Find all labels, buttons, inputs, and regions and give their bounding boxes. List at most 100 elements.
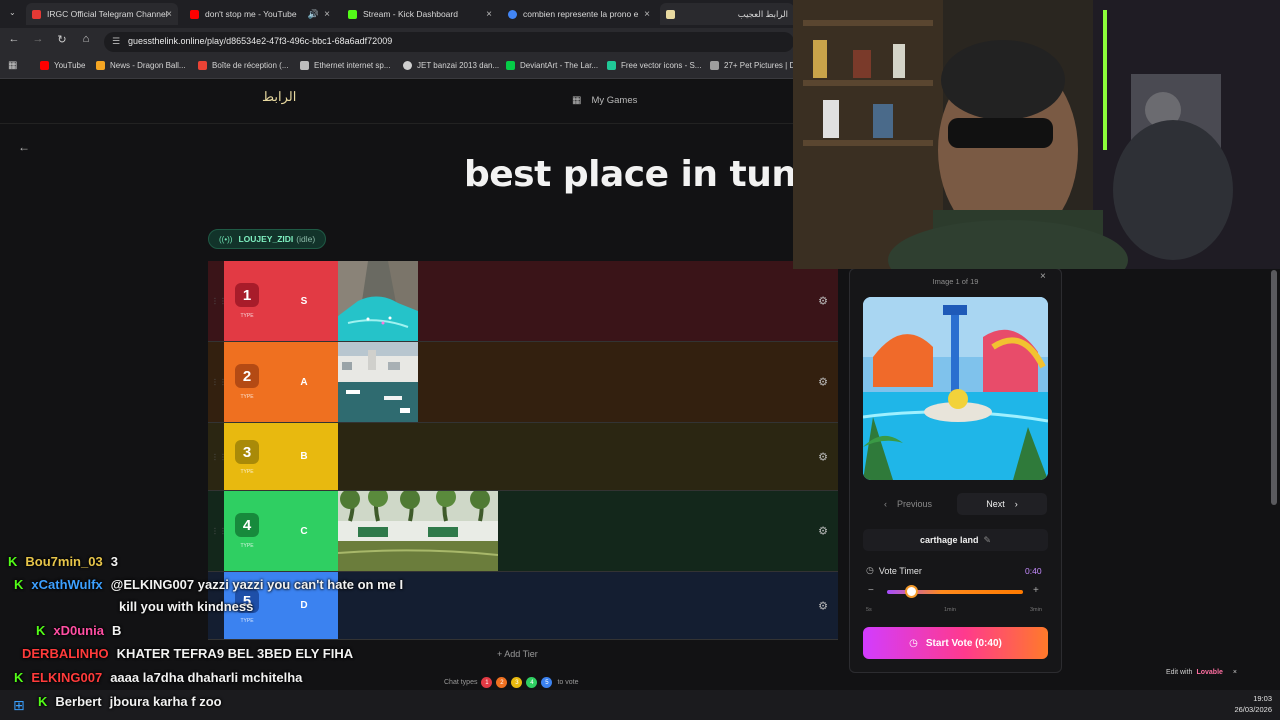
tier-settings-gear-icon[interactable]: ⚙ xyxy=(818,525,828,538)
tab-title: don't stop me - YouTube xyxy=(205,9,297,19)
tier-letter[interactable]: S xyxy=(270,261,338,341)
bookmark-label: DeviantArt - The Lar... xyxy=(520,61,599,70)
apps-grid-icon[interactable]: ▦ xyxy=(8,60,17,71)
chat-types-legend: Chat types 1 2 3 4 5 to vote xyxy=(444,677,578,688)
chat-message: K ELKING007 aaaa la7dha dhaharli mchitelha xyxy=(14,670,302,685)
edit-with-lovable-badge[interactable]: Edit with Lovable × xyxy=(1166,665,1237,679)
youtube-icon xyxy=(40,61,49,70)
chat-username: ELKING007 xyxy=(31,670,103,685)
tier-settings-gear-icon[interactable]: ⚙ xyxy=(818,450,828,463)
lovable-prefix: Edit with xyxy=(1166,668,1193,676)
back-arrow-icon[interactable]: ← xyxy=(18,140,30,154)
vote-timer-label: ◷ Vote Timer xyxy=(866,565,922,576)
chat-message: DERBALINHO KHATER TEFRA9 BEL 3BED ELY FIH… xyxy=(22,646,353,661)
chat-text: @ELKING007 yazzi yazzi you can't hate on… xyxy=(110,577,404,592)
tier-letter[interactable]: A xyxy=(270,342,338,422)
tier-image-rocky-cove[interactable] xyxy=(338,261,418,341)
increase-timer-icon[interactable]: + xyxy=(1033,585,1039,596)
tab-close-icon[interactable]: × xyxy=(486,9,492,20)
tab-close-icon[interactable]: × xyxy=(166,9,172,20)
bookmark-item[interactable]: JET banzai 2013 dan... xyxy=(403,61,499,70)
document-icon xyxy=(300,61,309,70)
site-header xyxy=(0,80,795,124)
add-tier-button[interactable]: + Add Tier xyxy=(497,649,538,659)
home-icon[interactable]: ⌂ xyxy=(78,33,94,45)
audio-playing-icon[interactable]: 🔊 xyxy=(308,9,319,20)
tab-title: Stream - Kick Dashboard xyxy=(363,9,458,19)
tier-letter[interactable]: C xyxy=(270,491,338,571)
chat-type-badge: 5 xyxy=(541,677,553,688)
user-name: LOUJEY_ZIDI xyxy=(238,234,294,244)
tier-type-label: TYPE xyxy=(240,394,254,400)
bookmark-item[interactable]: YouTube xyxy=(40,61,85,70)
browser-tab[interactable]: IRGC Official Telegram Channel × xyxy=(26,3,178,25)
slider-handle[interactable] xyxy=(904,585,918,598)
chat-message: KxD0unia B xyxy=(36,623,121,638)
my-games-link[interactable]: ▦ My Games xyxy=(572,95,637,106)
image-name-field[interactable]: carthage land ✎ xyxy=(863,529,1048,551)
reload-icon[interactable]: ↻ xyxy=(54,33,70,46)
tab-title: combien represente la prono e xyxy=(523,9,639,19)
clock-time: 19:03 xyxy=(1253,694,1272,703)
decrease-timer-icon[interactable]: − xyxy=(868,585,874,596)
grid-icon: ▦ xyxy=(572,95,582,106)
bookmark-label: Free vector icons - S... xyxy=(621,61,702,70)
chat-types-suffix: to vote xyxy=(557,679,579,686)
tab-close-icon[interactable]: × xyxy=(644,9,650,20)
tier-letter[interactable]: B xyxy=(270,423,338,490)
previous-button[interactable]: ‹ Previous xyxy=(863,493,953,515)
tab-favicon-icon xyxy=(32,9,41,19)
site-favicon-icon xyxy=(666,9,675,19)
url-field[interactable]: ☰ guessthelink.online/play/d86534e2-47f3… xyxy=(104,32,794,52)
mail-icon xyxy=(198,61,207,70)
user-status-chip: ((•)) LOUJEY_ZIDI (idle) xyxy=(208,229,327,249)
bookmark-item[interactable]: News - Dragon Ball... xyxy=(96,61,186,70)
bookmark-item[interactable]: DeviantArt - The Lar... xyxy=(506,61,598,70)
site-info-icon[interactable]: ☰ xyxy=(112,36,120,47)
page-scrollbar[interactable] xyxy=(1271,270,1277,505)
chat-username: DERBALINHO xyxy=(22,646,109,661)
google-icon xyxy=(508,9,517,19)
tier-image-harbor[interactable] xyxy=(338,342,418,422)
chat-message: K Berbert jboura karha f zoo xyxy=(38,694,222,709)
start-vote-button[interactable]: ◷ Start Vote (0:40) xyxy=(863,627,1048,659)
tier-number: 4 xyxy=(235,513,259,537)
url-text: guessthelink.online/play/d86534e2-47f3-4… xyxy=(128,36,393,46)
browser-tab-active[interactable]: الرابط العجيب xyxy=(660,3,794,25)
tab-list-chevron-icon[interactable]: ⌄ xyxy=(9,8,16,17)
tier-number-cell: 3 TYPE xyxy=(224,423,270,490)
browser-tab[interactable]: don't stop me - YouTube 🔊 × xyxy=(184,3,336,25)
tier-type-label: TYPE xyxy=(240,618,254,624)
bookmark-item[interactable]: 27+ Pet Pictures | D... xyxy=(710,61,802,70)
tier-row: ⋮⋮ 2 TYPE A ⚙ xyxy=(208,342,838,423)
windows-start-icon[interactable]: ⊞ xyxy=(13,697,25,714)
tier-settings-gear-icon[interactable]: ⚙ xyxy=(818,295,828,308)
chat-type-badge: 3 xyxy=(511,677,523,688)
next-button[interactable]: Next › xyxy=(957,493,1047,515)
tier-number: 2 xyxy=(235,364,259,388)
close-icon[interactable]: × xyxy=(1233,669,1237,676)
start-vote-label: Start Vote (0:40) xyxy=(925,637,1002,649)
site-logo[interactable]: الرابط xyxy=(262,90,296,105)
tier-image-palm-resort[interactable] xyxy=(337,487,499,571)
flaticon-icon xyxy=(607,61,616,70)
bookmark-item[interactable]: Free vector icons - S... xyxy=(607,61,701,70)
tier-settings-gear-icon[interactable]: ⚙ xyxy=(818,376,828,389)
tab-close-icon[interactable]: × xyxy=(324,9,330,20)
browser-tab[interactable]: Stream - Kick Dashboard × xyxy=(342,3,498,25)
browser-tab[interactable]: combien represente la prono e × xyxy=(502,3,656,25)
system-clock[interactable]: 19:03 26/03/2026 xyxy=(1214,693,1272,715)
chat-username: Bou7min_03 xyxy=(25,554,103,569)
edit-pencil-icon[interactable]: ✎ xyxy=(983,535,991,546)
chat-type-badge: 1 xyxy=(481,677,493,688)
rocky-cove-image xyxy=(338,261,418,341)
tier-type-label: TYPE xyxy=(240,469,254,475)
bookmark-item[interactable]: Ethernet internet sp... xyxy=(300,61,391,70)
tier-settings-gear-icon[interactable]: ⚙ xyxy=(818,599,828,612)
bookmark-item[interactable]: Boîte de réception (... xyxy=(198,61,289,70)
back-icon[interactable]: ← xyxy=(6,33,22,45)
webcam-feed-image xyxy=(793,0,1280,269)
bookmark-label: Ethernet internet sp... xyxy=(314,61,391,70)
timer-icon: ◷ xyxy=(909,637,918,649)
forward-icon[interactable]: → xyxy=(30,33,46,45)
